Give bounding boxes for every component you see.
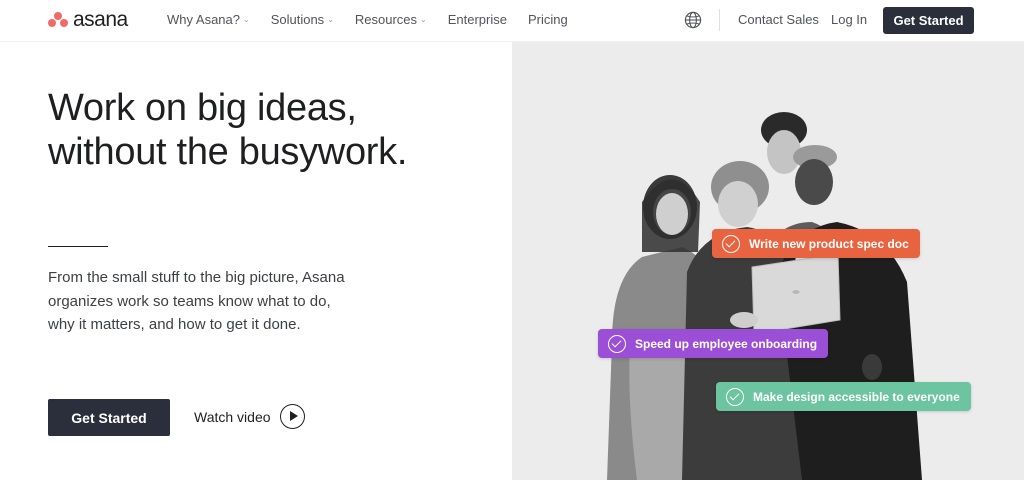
header-divider (719, 9, 720, 31)
main-nav: Why Asana? ⌄ Solutions ⌄ Resources ⌄ Enterp… (167, 12, 589, 28)
globe-icon[interactable] (684, 11, 702, 29)
hero-title-line-1: Work on big ideas, (48, 87, 357, 129)
nav-item-solutions[interactable]: Solutions ⌄ (271, 12, 334, 28)
hero-description: From the small stuff to the big picture,… (48, 269, 345, 333)
watch-video-button[interactable]: Watch video (194, 404, 305, 429)
nav-item-label: Pricing (527, 12, 568, 27)
task-chip-label: Speed up employee onboarding (635, 336, 818, 351)
nav-item-resources[interactable]: Resources ⌄ (355, 12, 427, 28)
asana-logo[interactable]: asana (48, 8, 128, 31)
contact-sales-link[interactable]: Contact Sales (738, 12, 819, 28)
team-illustration (607, 112, 922, 480)
nav-item-label: Why Asana? (167, 12, 240, 27)
hero-title-line-2: without the busywork. (48, 131, 408, 173)
hero-team-photo: Write new product spec doc Speed up empl… (512, 42, 1024, 480)
hero-title: Work on big ideas, without the busywork. (48, 86, 488, 174)
logo-wordmark: asana (73, 8, 128, 31)
nav-item-label: Solutions (270, 12, 325, 27)
nav-item-label: Resources (354, 12, 418, 27)
header-get-started-button[interactable]: Get Started (883, 7, 974, 34)
site-header: asana Why Asana? ⌄ Solutions ⌄ Resources ⌄ … (0, 0, 1024, 42)
play-icon (279, 404, 305, 429)
chevron-down-icon: ⌄ (420, 15, 427, 24)
task-chip-label: Write new product spec doc (749, 236, 909, 251)
task-chip-label: Make design accessible to everyone (753, 389, 960, 404)
task-chip-product-spec: Write new product spec doc (712, 229, 920, 258)
asana-logo-mark-icon (48, 12, 68, 28)
chevron-down-icon: ⌄ (243, 15, 250, 24)
nav-item-pricing[interactable]: Pricing (528, 12, 568, 28)
check-circle-icon (726, 387, 744, 406)
watch-video-label: Watch video (194, 408, 271, 425)
log-in-link[interactable]: Log In (831, 12, 867, 28)
nav-item-enterprise[interactable]: Enterprise (448, 12, 507, 28)
nav-item-label: Enterprise (447, 12, 507, 27)
hero-get-started-button[interactable]: Get Started (48, 399, 170, 436)
task-chip-accessibility: Make design accessible to everyone (716, 382, 971, 411)
chevron-down-icon: ⌄ (327, 15, 334, 24)
nav-item-why-asana[interactable]: Why Asana? ⌄ (167, 12, 250, 28)
hero-divider (48, 246, 108, 247)
task-chip-onboarding: Speed up employee onboarding (598, 329, 829, 358)
check-circle-icon (722, 234, 740, 253)
check-circle-icon (608, 334, 626, 353)
